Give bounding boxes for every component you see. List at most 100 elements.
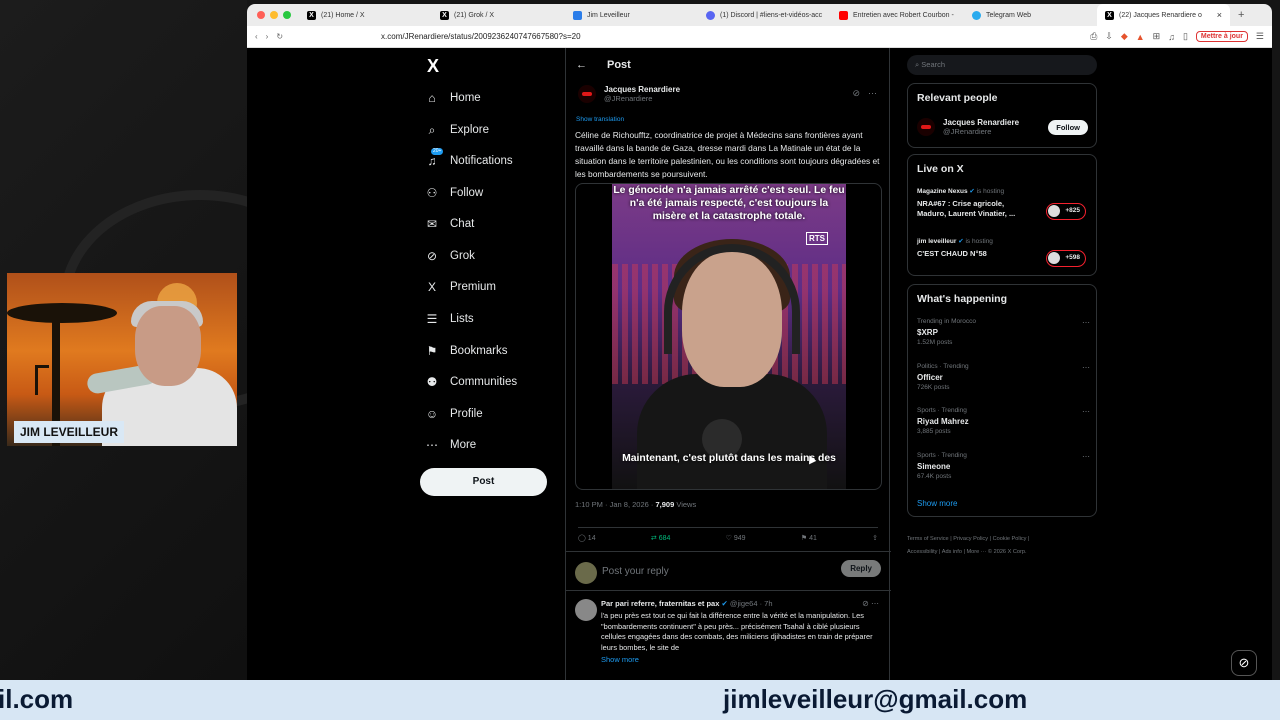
post-top-actions: ⊘ ⋯	[852, 88, 877, 99]
card-title: Relevant people	[917, 92, 998, 104]
search-input[interactable]: ⌕ Search	[907, 55, 1097, 75]
nav-lists[interactable]: ☰ Lists	[425, 309, 474, 329]
nav-premium[interactable]: X Premium	[425, 277, 496, 297]
share-icon[interactable]: ⎙	[1090, 31, 1097, 42]
repost-action[interactable]: ⇄ 684	[651, 534, 671, 542]
browser-tab[interactable]: (1) Discord | #liens-et-vidéos-acc	[698, 4, 831, 26]
shield-icon[interactable]: ◆	[1121, 31, 1128, 42]
reload-icon[interactable]: ↻	[276, 32, 283, 41]
grok-fab-icon[interactable]: ⊘	[1231, 650, 1257, 676]
views-count[interactable]: 7,909	[655, 500, 674, 509]
window-controls[interactable]	[247, 11, 299, 19]
avatar[interactable]	[578, 85, 596, 103]
nav-explore[interactable]: ⌕ Explore	[425, 120, 489, 140]
live-listeners[interactable]: +825	[1046, 203, 1086, 220]
video-frame[interactable]: Le génocide n'a jamais arrêté c'est seul…	[612, 184, 846, 489]
x-logo-icon[interactable]: X	[427, 56, 439, 77]
nav-notifications[interactable]: ♫ 20+ Notifications	[425, 148, 513, 171]
nav-follow[interactable]: ⚇ Follow	[425, 183, 484, 203]
avatar[interactable]	[575, 599, 597, 621]
bookmark-action[interactable]: ⚑ 41	[801, 534, 817, 542]
nav-bookmarks[interactable]: ⚑ Bookmarks	[425, 341, 508, 361]
profile-icon: ☺	[425, 407, 439, 421]
more-options-icon[interactable]: ⋯	[868, 88, 877, 99]
browser-tab-active[interactable]: X (22) Jacques Renardiere o ×	[1097, 4, 1230, 26]
post-button[interactable]: Post	[420, 468, 547, 496]
follow-button[interactable]: Follow	[1048, 120, 1088, 135]
nav-communities[interactable]: ⚉ Communities	[425, 372, 518, 392]
discord-icon	[706, 10, 715, 20]
back-arrow-icon[interactable]: ←	[576, 59, 587, 71]
menu-icon[interactable]: ☰	[1256, 31, 1264, 42]
reply-action[interactable]: ◯ 14	[578, 534, 596, 542]
nav-profile[interactable]: ☺ Profile	[425, 404, 483, 424]
doc-icon	[573, 10, 582, 20]
x-icon: X	[307, 10, 316, 20]
trend-item[interactable]: Trending in Morocco $XRP 1.52M posts ⋯	[917, 318, 1092, 346]
minimize-window-button[interactable]	[270, 11, 278, 19]
live-card: Live on X Magazine Nexus ✔ is hosting NR…	[907, 154, 1097, 276]
forward-icon[interactable]: ›	[266, 32, 269, 41]
download-icon[interactable]: ⇩	[1105, 31, 1113, 42]
browser-tab[interactable]: X (21) Home / X	[299, 4, 432, 26]
add-person-icon: ⚇	[426, 186, 438, 200]
like-action[interactable]: ♡ 949	[726, 534, 746, 542]
zoom-window-button[interactable]	[283, 11, 291, 19]
reply-button[interactable]: Reply	[841, 560, 881, 577]
reply-author[interactable]: Par pari referre, fraternitas et pax ✔ @…	[601, 599, 773, 608]
nav-home[interactable]: ⌂ Home	[425, 88, 480, 108]
show-more-link[interactable]: Show more	[601, 655, 639, 664]
heart-icon: ♡	[725, 535, 732, 542]
more-options-icon: ⋯	[1082, 318, 1090, 327]
reply-input[interactable]: Post your reply	[602, 566, 669, 577]
share-icon[interactable]: ⇪	[872, 534, 878, 542]
telegram-icon	[972, 10, 981, 20]
post-video[interactable]: Le génocide n'a jamais arrêté c'est seul…	[575, 183, 882, 490]
show-translation-link[interactable]: Show translation	[576, 116, 624, 123]
trend-item[interactable]: Politics · Trending Officer 726K posts ⋯	[917, 363, 1092, 391]
relevant-person[interactable]: Jacques Renardiere @JRenardiere	[917, 118, 1019, 136]
new-tab-button[interactable]: +	[1230, 9, 1252, 21]
post-meta: 1:10 PM · Jan 8, 2026 · 7,909 Views	[575, 500, 697, 509]
nav-chat[interactable]: ✉ Chat	[425, 214, 474, 234]
reply-tweet[interactable]: Par pari referre, fraternitas et pax ✔ @…	[566, 593, 891, 680]
rts-logo: RTS	[806, 232, 828, 245]
alert-icon[interactable]: ▲	[1136, 32, 1145, 42]
grok-icon[interactable]: ⊘	[852, 88, 860, 99]
browser-tab[interactable]: Jim Leveilleur	[565, 4, 698, 26]
reply-more-icon[interactable]: ⊘ ⋯	[862, 599, 879, 608]
close-tab-icon[interactable]: ×	[1217, 10, 1222, 20]
x-icon: X	[427, 280, 436, 294]
page-title: Post	[607, 59, 631, 71]
trend-item[interactable]: Sports · Trending Riyad Mahrez 3,885 posts…	[917, 407, 1092, 435]
show-more-link[interactable]: Show more	[917, 499, 957, 508]
avatar	[575, 562, 597, 584]
avatar[interactable]	[917, 118, 935, 136]
browser-tab[interactable]: Entretien avec Robert Courbon -	[831, 4, 964, 26]
screen: JIM LEVEILLEUR X (21) Home / X X (21) Grok…	[0, 0, 1280, 720]
post-actions: ◯ 14 ⇄ 684 ♡ 949 ⚑ 41 ⇪	[578, 527, 878, 542]
live-space[interactable]: Magazine Nexus ✔ is hosting NRA#67 : Cri…	[917, 187, 1032, 219]
update-button[interactable]: Mettre à jour	[1195, 31, 1248, 42]
nav-more[interactable]: ⋯ More	[425, 435, 476, 455]
music-icon[interactable]: ♫	[1168, 32, 1175, 42]
back-icon[interactable]: ‹	[255, 32, 258, 41]
author-name[interactable]: Jacques Renardiere	[604, 85, 680, 94]
extensions-icon[interactable]: ⊞	[1153, 31, 1161, 42]
author-handle[interactable]: @JRenardiere	[604, 94, 680, 103]
live-space[interactable]: jim leveilleur ✔ is hosting C'EST CHAUD …	[917, 237, 993, 258]
live-listeners[interactable]: +598	[1046, 250, 1086, 267]
footer-links[interactable]: Terms of Service | Privacy Policy | Cook…	[907, 533, 1087, 559]
url-field[interactable]: x.com/JRenardiere/status/200923624074766…	[381, 32, 580, 41]
repost-icon: ⇄	[650, 535, 657, 542]
verified-icon: ✔	[721, 599, 728, 608]
relevant-people-card: Relevant people Jacques Renardiere @JRen…	[907, 83, 1097, 148]
youtube-icon	[839, 10, 848, 20]
nav-grok[interactable]: ⊘ Grok	[425, 246, 475, 266]
post-author[interactable]: Jacques Renardiere @JRenardiere	[578, 85, 680, 103]
close-window-button[interactable]	[257, 11, 265, 19]
trend-item[interactable]: Sports · Trending Simeone 67.4K posts ⋯	[917, 452, 1092, 480]
sidebar-icon[interactable]: ▯	[1183, 31, 1188, 42]
browser-tab[interactable]: Telegram Web	[964, 4, 1097, 26]
browser-tab[interactable]: X (21) Grok / X	[432, 4, 565, 26]
